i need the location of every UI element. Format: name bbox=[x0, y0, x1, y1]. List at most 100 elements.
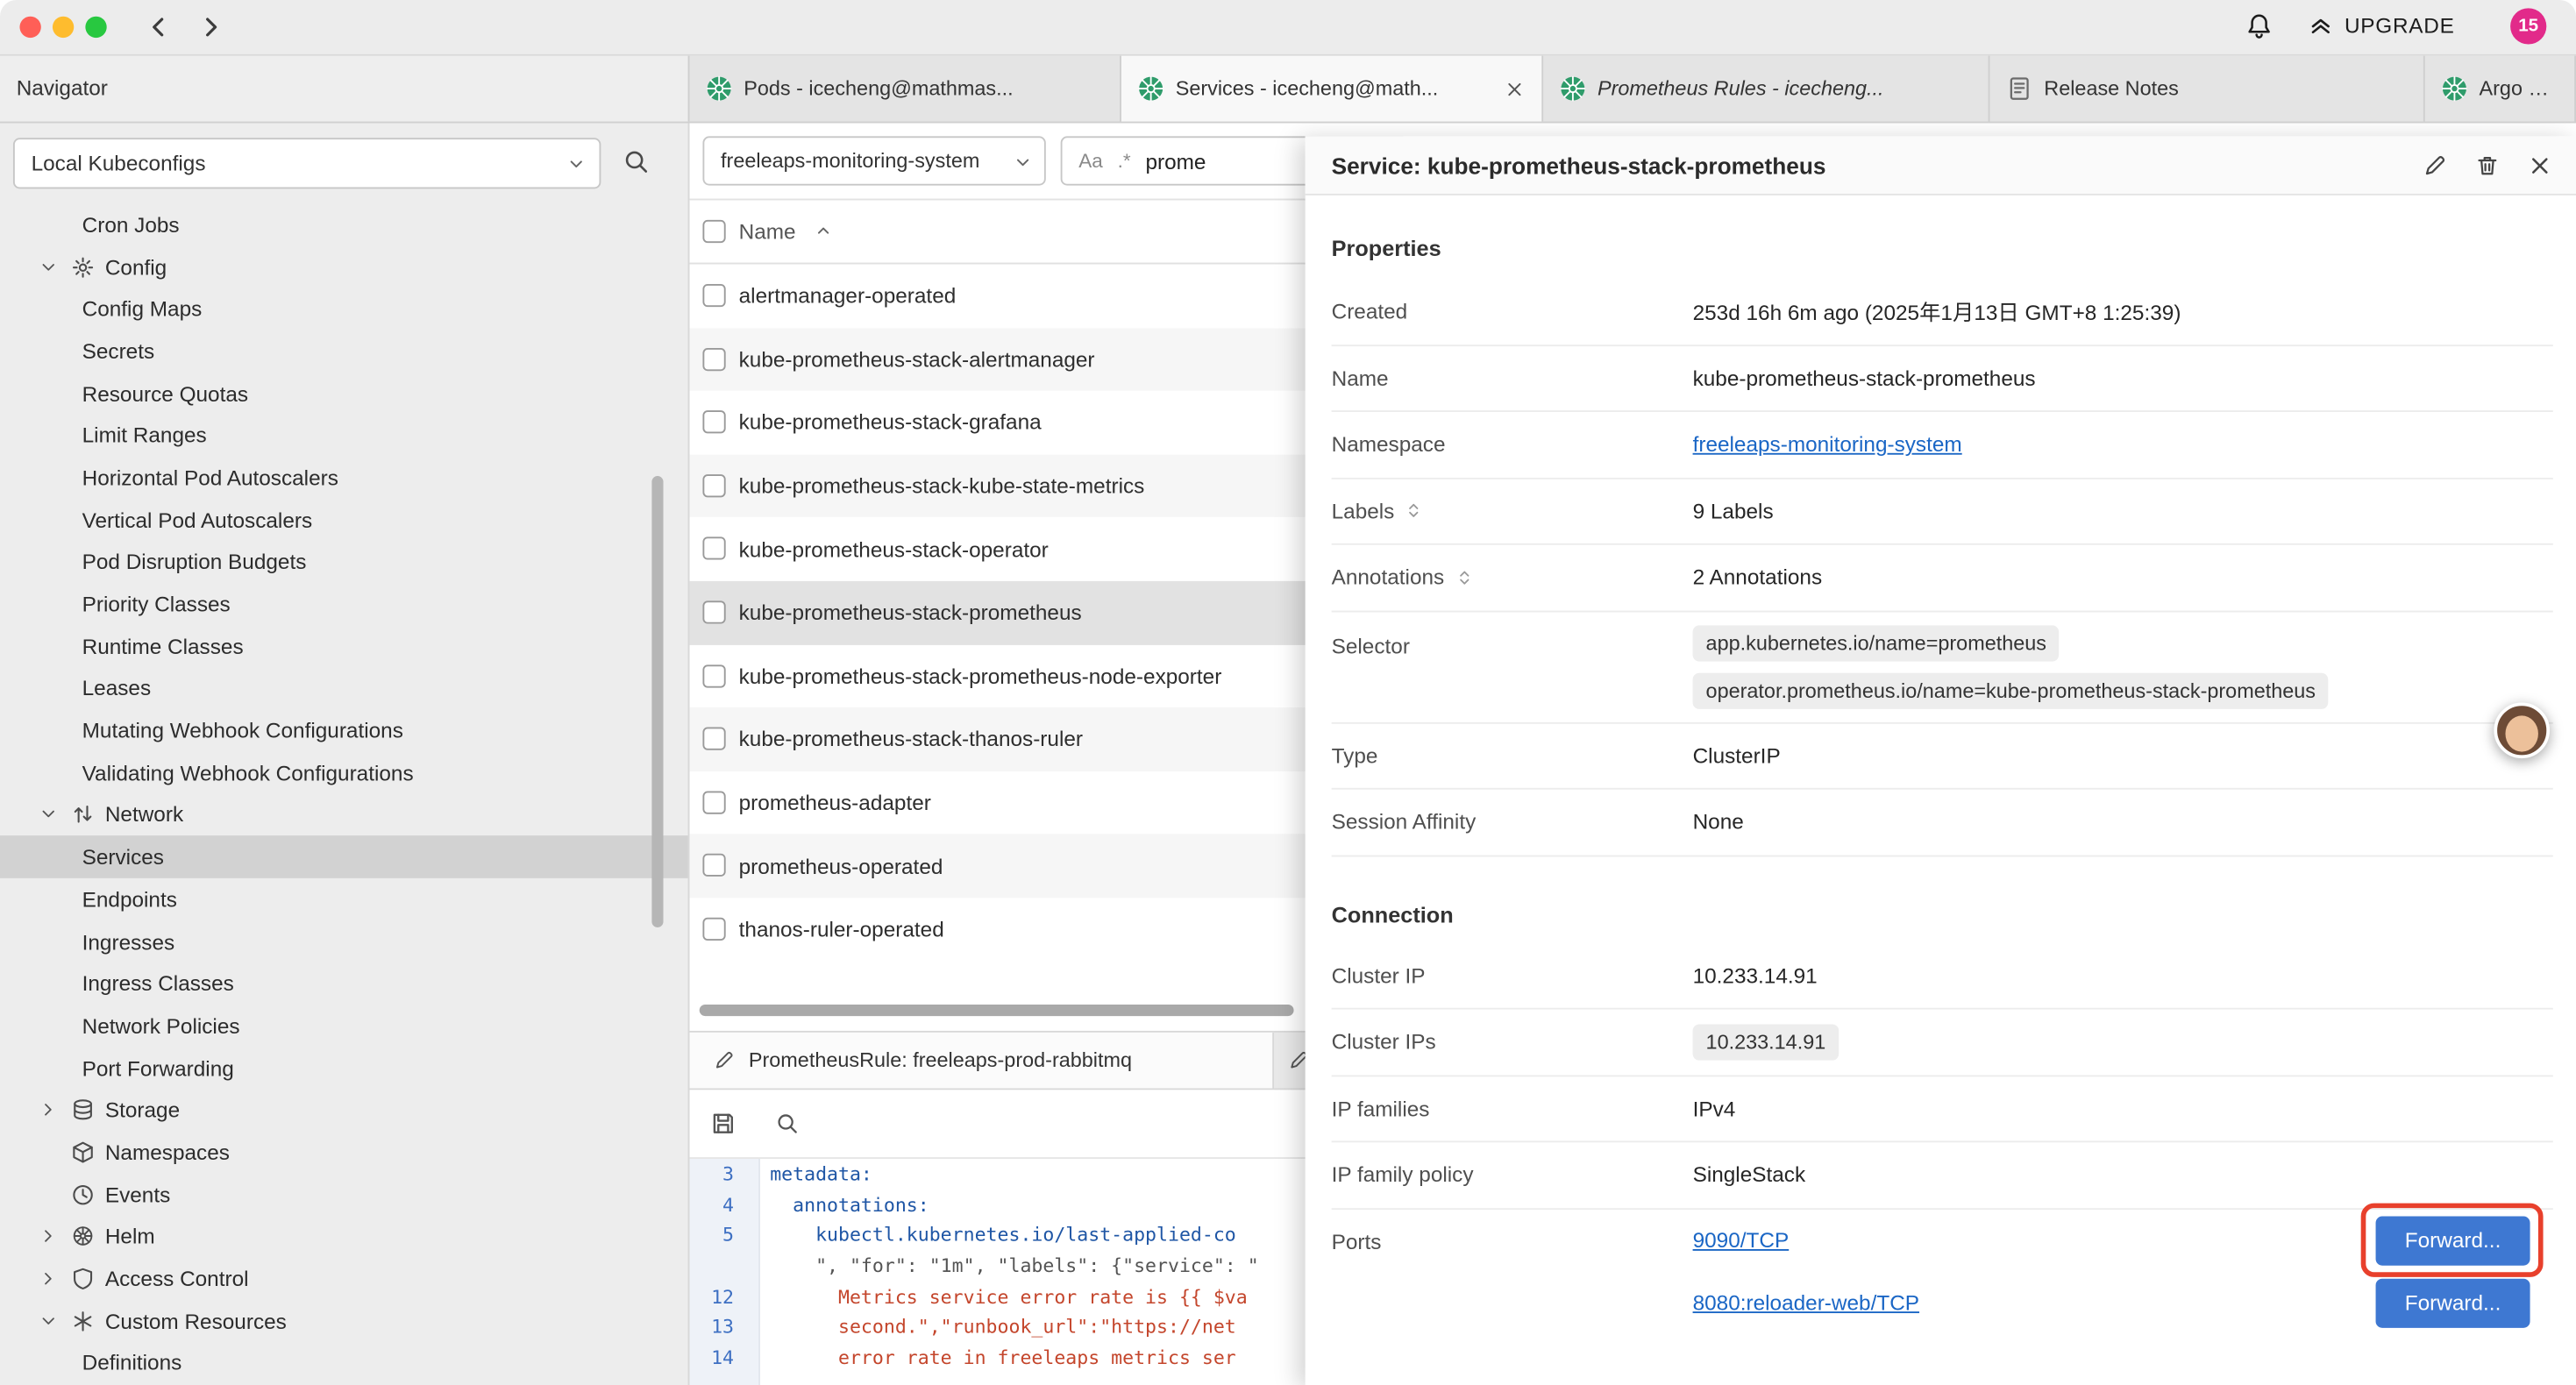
detail-row-namespace: Namespace freeleaps-monitoring-system bbox=[1332, 412, 2553, 479]
detail-row-annotations: Annotations 2 Annotations bbox=[1332, 545, 2553, 612]
namespace-filter-value: freeleaps-monitoring-system bbox=[721, 138, 979, 183]
notification-bell-icon[interactable] bbox=[2245, 11, 2274, 41]
properties-heading: Properties bbox=[1332, 237, 2553, 261]
close-tab-icon[interactable] bbox=[1504, 78, 1525, 99]
port-link[interactable]: 9090/TCP bbox=[1693, 1228, 1790, 1253]
cluster-ip-label: Cluster IP bbox=[1332, 963, 1426, 988]
chevron-down-icon bbox=[1013, 153, 1032, 172]
sidebar-item-resource-quotas[interactable]: Resource Quotas bbox=[0, 373, 688, 415]
sidebar-item-mutating-webhook-configurations[interactable]: Mutating Webhook Configurations bbox=[0, 709, 688, 751]
row-checkbox[interactable] bbox=[702, 537, 725, 560]
sidebar-item-services[interactable]: Services bbox=[0, 836, 688, 878]
sidebar-scrollbar[interactable] bbox=[651, 476, 663, 927]
editor-tab[interactable]: PrometheusRule: freeleaps-prod-rabbitmq bbox=[689, 1033, 1274, 1089]
select-all-checkbox[interactable] bbox=[702, 220, 725, 243]
sidebar-item-label: Limit Ranges bbox=[82, 423, 207, 448]
regex-toggle[interactable]: .* bbox=[1118, 149, 1131, 172]
notification-count-badge[interactable]: 15 bbox=[2510, 8, 2546, 44]
sidebar-item-label: Endpoints bbox=[82, 887, 177, 912]
sidebar-item-ingresses[interactable]: Ingresses bbox=[0, 920, 688, 962]
chevron-down-icon[interactable] bbox=[39, 1312, 58, 1331]
expand-collapse-icon[interactable] bbox=[1405, 501, 1424, 521]
row-checkbox[interactable] bbox=[702, 728, 725, 750]
port-link[interactable]: 8080:reloader-web/TCP bbox=[1693, 1290, 1919, 1315]
namespace-link[interactable]: freeleaps-monitoring-system bbox=[1693, 432, 1962, 457]
sidebar-item-access-control[interactable]: Access Control bbox=[0, 1258, 688, 1300]
sidebar-item-definitions[interactable]: Definitions bbox=[0, 1342, 688, 1384]
sidebar-item-label: Config Maps bbox=[82, 296, 203, 321]
line-number: 14 bbox=[689, 1343, 747, 1374]
sidebar-item-storage[interactable]: Storage bbox=[0, 1089, 688, 1131]
avatar[interactable] bbox=[2494, 702, 2550, 758]
row-checkbox[interactable] bbox=[702, 918, 725, 941]
tab-argo-se[interactable]: Argo Se... bbox=[2425, 56, 2576, 122]
tab-services-icecheng-math[interactable]: Services - icecheng@math... bbox=[1121, 56, 1543, 122]
port-forward-button[interactable]: Forward... bbox=[2376, 1216, 2530, 1265]
sidebar-item-namespaces[interactable]: Namespaces bbox=[0, 1131, 688, 1173]
close-window-button[interactable] bbox=[19, 16, 40, 37]
sidebar-item-limit-ranges[interactable]: Limit Ranges bbox=[0, 415, 688, 457]
tab-release-notes[interactable]: Release Notes bbox=[1990, 56, 2425, 122]
upgrade-button[interactable]: UPGRADE bbox=[2309, 13, 2455, 38]
sidebar-item-validating-webhook-configurations[interactable]: Validating Webhook Configurations bbox=[0, 752, 688, 794]
search-icon[interactable] bbox=[623, 148, 651, 176]
namespace-filter-select[interactable]: freeleaps-monitoring-system bbox=[702, 136, 1045, 185]
edit-icon[interactable] bbox=[2422, 152, 2448, 178]
sidebar-item-label: Network Policies bbox=[82, 1013, 240, 1038]
minimize-window-button[interactable] bbox=[53, 16, 74, 37]
sidebar-item-network-policies[interactable]: Network Policies bbox=[0, 1005, 688, 1047]
back-button[interactable] bbox=[145, 13, 173, 41]
row-checkbox[interactable] bbox=[702, 854, 725, 877]
kubeconfig-select[interactable]: Local Kubeconfigs bbox=[13, 138, 601, 188]
chevron-right-icon[interactable] bbox=[39, 1269, 58, 1288]
close-icon[interactable] bbox=[2527, 152, 2553, 178]
row-checkbox[interactable] bbox=[702, 600, 725, 623]
tab-pods-icecheng-mathmas[interactable]: Pods - icecheng@mathmas... bbox=[689, 56, 1121, 122]
search-icon[interactable] bbox=[775, 1112, 800, 1136]
match-case-toggle[interactable]: Aa bbox=[1078, 149, 1103, 172]
row-checkbox[interactable] bbox=[702, 284, 725, 307]
chevron-right-icon[interactable] bbox=[39, 1101, 58, 1119]
row-checkbox[interactable] bbox=[702, 347, 725, 370]
sidebar-item-leases[interactable]: Leases bbox=[0, 667, 688, 709]
chevron-right-icon[interactable] bbox=[39, 1227, 58, 1246]
sidebar-item-custom-resources[interactable]: Custom Resources bbox=[0, 1300, 688, 1342]
labels-count: 9 Labels bbox=[1693, 499, 1774, 523]
chevron-down-icon[interactable] bbox=[39, 806, 58, 824]
sort-ascending-icon[interactable] bbox=[815, 222, 833, 240]
sidebar-item-helm[interactable]: Helm bbox=[0, 1216, 688, 1258]
ip-families-label: IP families bbox=[1332, 1096, 1430, 1120]
maximize-window-button[interactable] bbox=[85, 16, 106, 37]
tab-label: Pods - icecheng@mathmas... bbox=[744, 77, 1103, 100]
sidebar-item-network[interactable]: Network bbox=[0, 794, 688, 836]
row-checkbox[interactable] bbox=[702, 791, 725, 813]
sidebar-item-pod-disruption-budgets[interactable]: Pod Disruption Budgets bbox=[0, 541, 688, 583]
row-checkbox[interactable] bbox=[702, 474, 725, 497]
forward-button[interactable] bbox=[197, 13, 225, 41]
sidebar-item-config[interactable]: Config bbox=[0, 245, 688, 288]
delete-icon[interactable] bbox=[2474, 152, 2501, 178]
selector-label: Selector bbox=[1332, 633, 1410, 657]
sidebar-item-horizontal-pod-autoscalers[interactable]: Horizontal Pod Autoscalers bbox=[0, 457, 688, 499]
sidebar-item-vertical-pod-autoscalers[interactable]: Vertical Pod Autoscalers bbox=[0, 499, 688, 541]
sidebar-item-runtime-classes[interactable]: Runtime Classes bbox=[0, 625, 688, 667]
horizontal-scrollbar[interactable] bbox=[700, 1005, 1294, 1016]
sidebar-item-port-forwarding[interactable]: Port Forwarding bbox=[0, 1047, 688, 1089]
sidebar-item-config-maps[interactable]: Config Maps bbox=[0, 288, 688, 330]
sidebar-item-ingress-classes[interactable]: Ingress Classes bbox=[0, 962, 688, 1005]
sidebar-item-secrets[interactable]: Secrets bbox=[0, 330, 688, 372]
row-checkbox[interactable] bbox=[702, 410, 725, 433]
column-header-name[interactable]: Name bbox=[739, 219, 796, 244]
detail-row-type: Type ClusterIP bbox=[1332, 723, 2553, 790]
save-icon[interactable] bbox=[709, 1110, 737, 1138]
sidebar-item-priority-classes[interactable]: Priority Classes bbox=[0, 583, 688, 625]
tab-prometheus-rules-icecheng[interactable]: Prometheus Rules - icecheng... bbox=[1543, 56, 1989, 122]
expand-collapse-icon[interactable] bbox=[1454, 567, 1473, 586]
chevron-down-icon[interactable] bbox=[39, 258, 58, 276]
sidebar-item-endpoints[interactable]: Endpoints bbox=[0, 878, 688, 920]
row-checkbox[interactable] bbox=[702, 664, 725, 687]
sidebar-item-cron-jobs[interactable]: Cron Jobs bbox=[0, 203, 688, 245]
port-forward-button[interactable]: Forward... bbox=[2376, 1278, 2530, 1327]
sidebar-item-events[interactable]: Events bbox=[0, 1174, 688, 1216]
sidebar-item-label: Pod Disruption Budgets bbox=[82, 550, 307, 574]
